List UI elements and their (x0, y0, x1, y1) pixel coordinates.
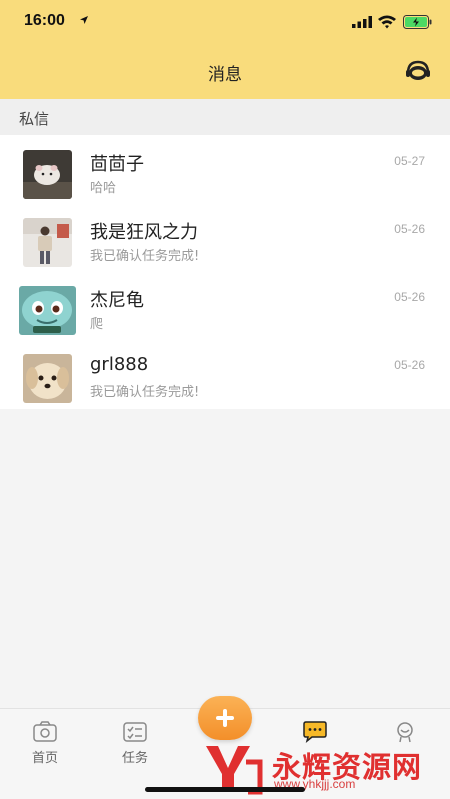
list-item[interactable]: 茴茴子 哈哈 05-27 (0, 139, 450, 207)
list-item[interactable]: 我是狂风之力 我已确认任务完成! 05-26 (0, 207, 450, 275)
section-title: 私信 (19, 110, 50, 128)
message-preview: 我已确认任务完成! (90, 249, 200, 264)
add-button[interactable] (198, 696, 252, 740)
signal-icon (352, 16, 372, 28)
list-item[interactable]: 杰尼龟 爬 05-26 (0, 275, 450, 343)
message-date: 05-27 (394, 154, 425, 168)
tab-tasks-label: 任务 (121, 751, 148, 766)
page-title: 消息 (208, 65, 242, 85)
status-time: 16:00 (24, 12, 65, 29)
task-icon (123, 722, 147, 742)
contact-name: 杰尼龟 (90, 290, 144, 311)
tab-tasks[interactable]: 任务 (100, 721, 170, 781)
message-date: 05-26 (394, 290, 425, 304)
home-icon (33, 721, 57, 742)
message-preview: 我已确认任务完成! (90, 385, 200, 400)
header-bar: 16:00 消息 (0, 0, 450, 99)
message-date: 05-26 (394, 222, 425, 236)
customer-service-icon[interactable] (405, 60, 431, 82)
avatar (23, 354, 72, 403)
person-avatar-image (23, 218, 72, 267)
tab-home[interactable]: 首页 (10, 721, 80, 781)
list-item[interactable]: grl888 我已确认任务完成! 05-26 (0, 343, 450, 411)
plus-icon (216, 709, 234, 727)
message-date: 05-26 (394, 358, 425, 372)
tab-home-label: 首页 (31, 751, 58, 766)
hamster-avatar-image (23, 150, 72, 199)
message-preview: 爬 (90, 317, 104, 332)
message-list: 茴茴子 哈哈 05-27 我是狂风之力 我已确认任务完成! 05-26 杰尼龟 … (0, 135, 450, 409)
wifi-icon (378, 15, 396, 29)
status-bar: 16:00 (0, 0, 450, 44)
contact-name: 我是狂风之力 (90, 222, 198, 243)
battery-icon (403, 15, 432, 29)
home-indicator (145, 787, 305, 792)
avatar (19, 286, 76, 335)
contact-name: 茴茴子 (90, 154, 144, 175)
section-header: 私信 (0, 99, 450, 135)
avatar (23, 218, 72, 267)
avatar (23, 150, 72, 199)
squirtle-avatar-image (19, 286, 76, 335)
message-preview: 哈哈 (90, 181, 117, 196)
puppy-avatar-image (23, 354, 72, 403)
location-icon (80, 16, 88, 24)
contact-name: grl888 (90, 354, 149, 375)
